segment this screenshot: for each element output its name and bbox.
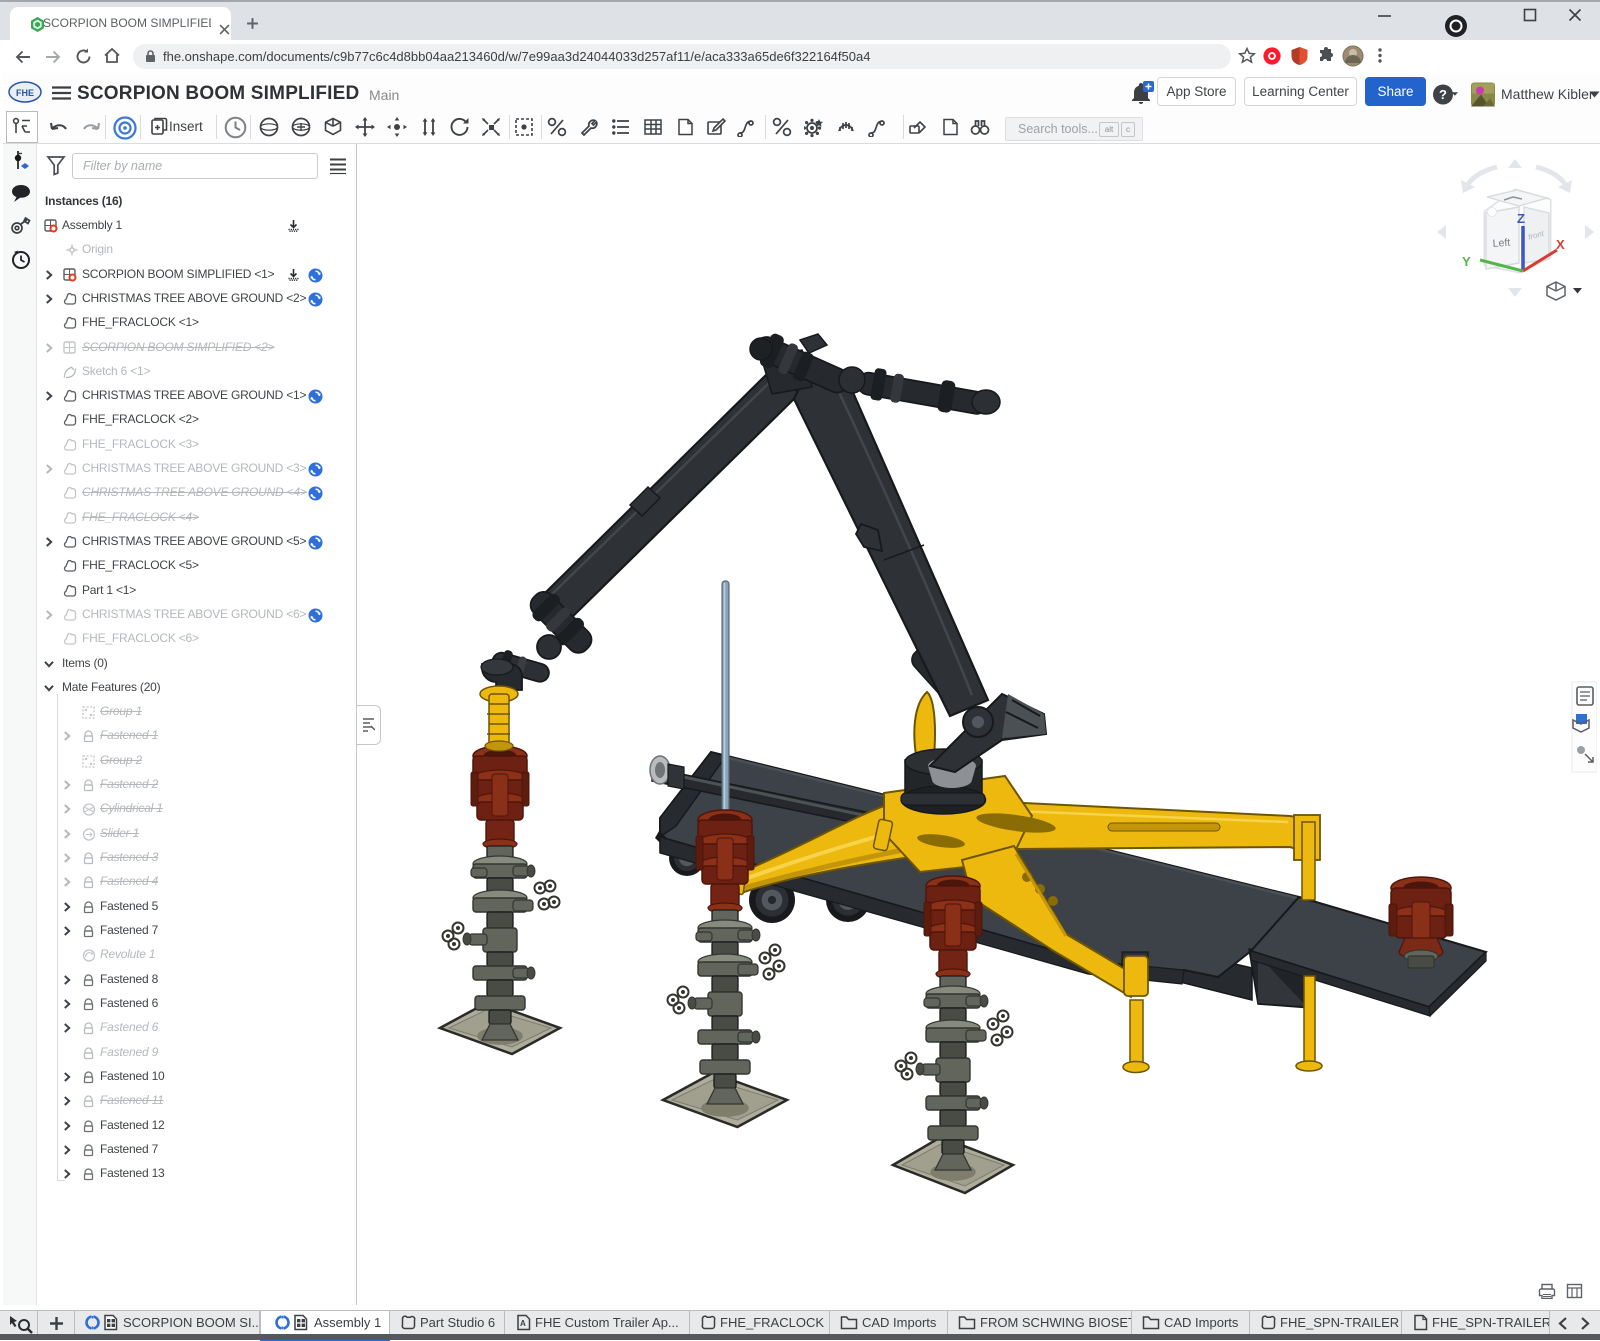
- svg-text:Z: Z: [1517, 211, 1525, 226]
- svg-text:FHE: FHE: [16, 88, 34, 98]
- svg-text:Y: Y: [1462, 254, 1471, 269]
- svg-text:A: A: [520, 1319, 526, 1328]
- svg-text:X: X: [1556, 237, 1565, 252]
- svg-text:?: ?: [1439, 87, 1447, 102]
- svg-text:Left: Left: [1492, 237, 1510, 250]
